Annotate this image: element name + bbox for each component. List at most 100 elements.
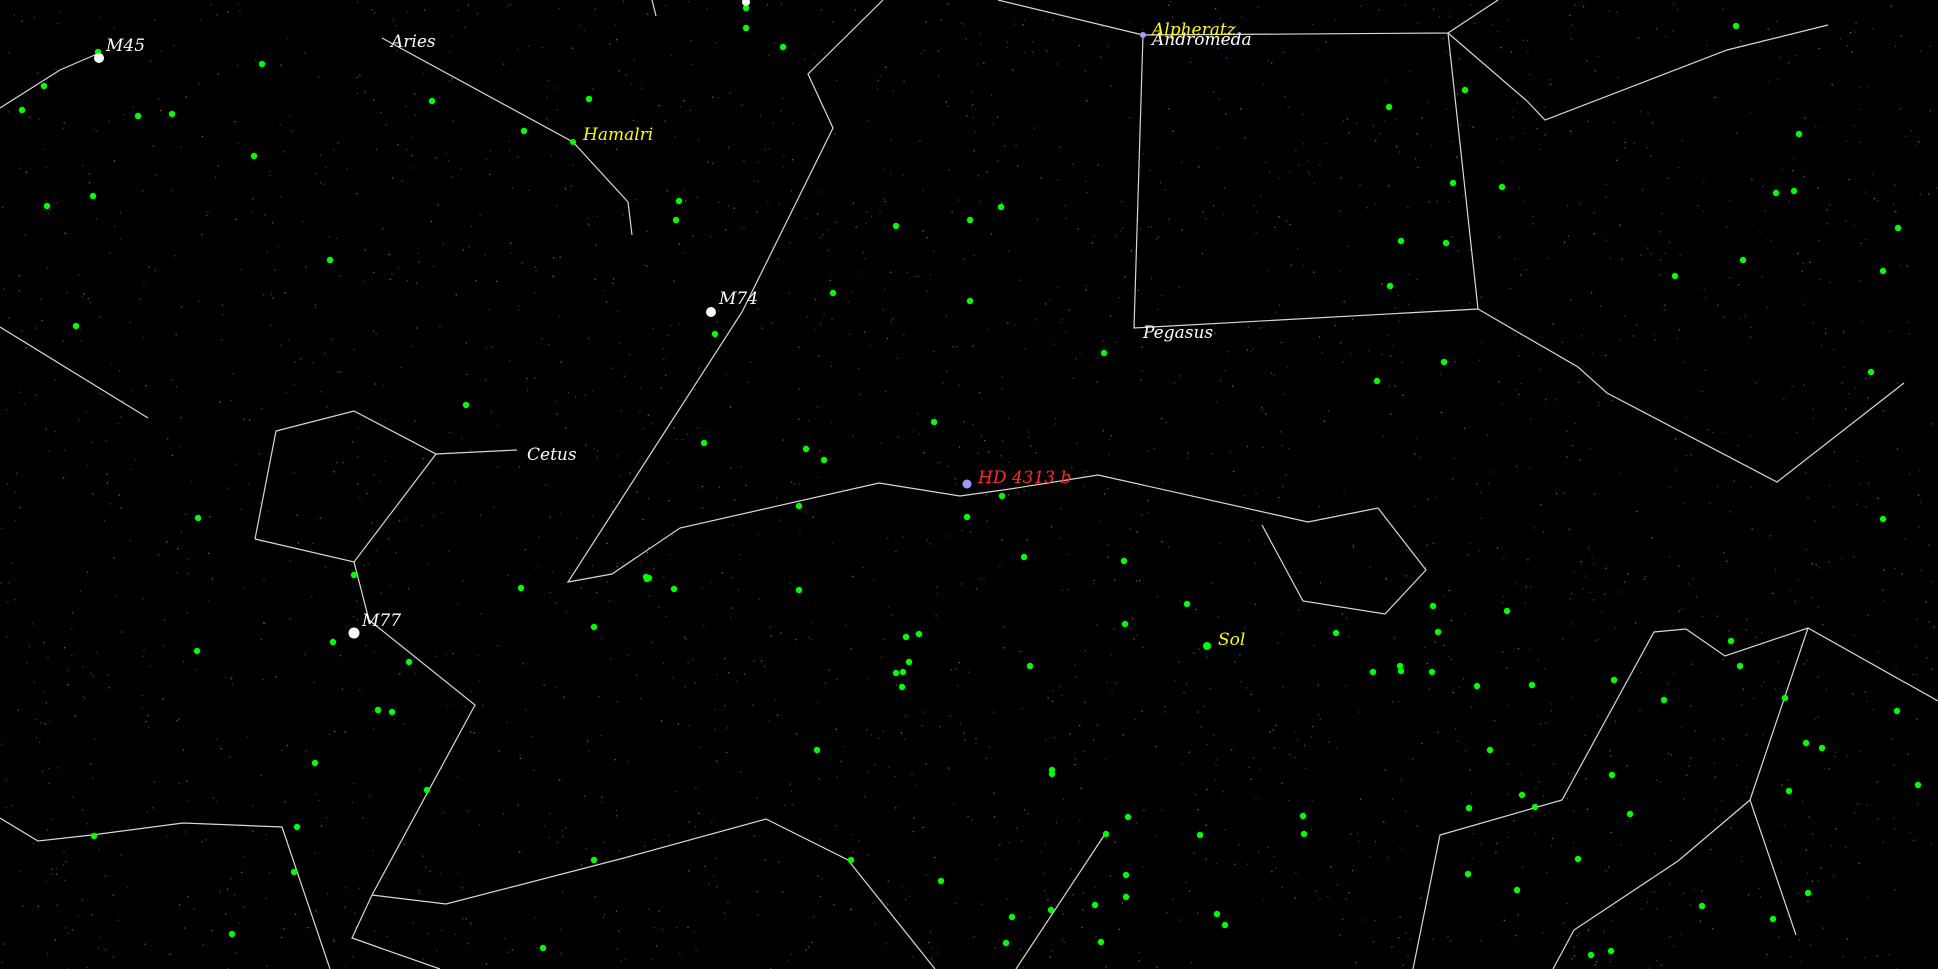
exoplanet-host-star[interactable] [1498, 183, 1506, 191]
exoplanet-host-star[interactable] [1048, 770, 1056, 778]
exoplanet-host-star[interactable] [43, 202, 51, 210]
exoplanet-host-star[interactable] [742, 24, 750, 32]
exoplanet-host-star[interactable] [1213, 910, 1221, 918]
exoplanet-host-star[interactable] [18, 106, 26, 114]
exoplanet-host-star[interactable] [899, 668, 907, 676]
exoplanet-host-star[interactable] [779, 43, 787, 51]
exoplanet-host-star[interactable] [134, 112, 142, 120]
exoplanet-host-star[interactable] [517, 584, 525, 592]
exoplanet-host-star[interactable] [820, 456, 828, 464]
exoplanet-host-star[interactable] [1428, 668, 1436, 676]
star-label-hamalri[interactable]: Hamalri [582, 125, 653, 145]
exoplanet-host-star[interactable] [311, 759, 319, 767]
exoplanet-host-star[interactable] [1102, 830, 1110, 838]
exoplanet-host-star[interactable] [1100, 349, 1108, 357]
exoplanet-host-star[interactable] [1396, 662, 1404, 670]
exoplanet-host-star[interactable] [937, 877, 945, 885]
exoplanet-host-star[interactable] [1698, 902, 1706, 910]
exoplanet-host-star[interactable] [1739, 256, 1747, 264]
exoplanet-host-star[interactable] [462, 401, 470, 409]
exoplanet-host-star[interactable] [1122, 871, 1130, 879]
exoplanet-host-star[interactable] [998, 492, 1006, 500]
exoplanet-host-star[interactable] [672, 216, 680, 224]
exoplanet-host-star[interactable] [1486, 746, 1494, 754]
exoplanet-host-star[interactable] [1772, 189, 1780, 197]
exoplanet-host-star[interactable] [1449, 179, 1457, 187]
exoplanet-host-star[interactable] [1660, 696, 1668, 704]
target-label-hd4313b[interactable]: HD 4313 b [977, 468, 1071, 488]
exoplanet-host-star[interactable] [72, 322, 80, 330]
m77-marker[interactable] [348, 627, 360, 639]
exoplanet-host-star[interactable] [1440, 358, 1448, 366]
exoplanet-host-star[interactable] [795, 586, 803, 594]
exoplanet-host-star[interactable] [902, 633, 910, 641]
exoplanet-host-star[interactable] [1587, 951, 1595, 959]
exoplanet-host-star[interactable] [1183, 600, 1191, 608]
exoplanet-host-star[interactable] [1608, 771, 1616, 779]
exoplanet-host-star[interactable] [1002, 939, 1010, 947]
exoplanet-host-star[interactable] [374, 706, 382, 714]
exoplanet-host-star[interactable] [326, 256, 334, 264]
exoplanet-host-star[interactable] [1386, 282, 1394, 290]
exoplanet-host-star[interactable] [1513, 886, 1521, 894]
exoplanet-host-star[interactable] [1026, 662, 1034, 670]
exoplanet-host-star[interactable] [388, 708, 396, 716]
exoplanet-host-star[interactable] [1332, 629, 1340, 637]
exoplanet-host-star[interactable] [423, 786, 431, 794]
exoplanet-host-star[interactable] [1790, 187, 1798, 195]
m74-marker[interactable] [706, 307, 716, 317]
exoplanet-host-star[interactable] [892, 669, 900, 677]
exoplanet-host-star[interactable] [520, 127, 528, 135]
exoplanet-host-star[interactable] [1461, 86, 1469, 94]
exoplanet-host-star[interactable] [1785, 787, 1793, 795]
exoplanet-host-star[interactable] [1397, 237, 1405, 245]
exoplanet-host-star[interactable] [1518, 791, 1526, 799]
exoplanet-host-star[interactable] [590, 623, 598, 631]
constellation-label-pegasus[interactable]: Pegasus [1142, 323, 1213, 343]
exoplanet-host-star[interactable] [1818, 744, 1826, 752]
exoplanet-host-star[interactable] [1727, 637, 1735, 645]
exoplanet-host-star[interactable] [1122, 893, 1130, 901]
exoplanet-host-star[interactable] [670, 585, 678, 593]
hamalri-marker[interactable] [570, 139, 576, 145]
exoplanet-host-star[interactable] [1429, 602, 1437, 610]
sky-canvas[interactable]: Aries Andromeda Alpheratz Pegasus Cetus … [0, 0, 1938, 969]
exoplanet-host-star[interactable] [1894, 224, 1902, 232]
messier-label-m74[interactable]: M74 [718, 289, 758, 309]
exoplanet-host-star[interactable] [290, 868, 298, 876]
exoplanet-host-star[interactable] [1120, 557, 1128, 565]
exoplanet-host-star[interactable] [1442, 239, 1450, 247]
exoplanet-host-star[interactable] [40, 82, 48, 90]
exoplanet-host-star[interactable] [1091, 901, 1099, 909]
exoplanet-host-star[interactable] [1121, 620, 1129, 628]
exoplanet-host-star[interactable] [1503, 607, 1511, 615]
exoplanet-host-star[interactable] [1879, 267, 1887, 275]
messier-label-m77[interactable]: M77 [361, 611, 401, 631]
exoplanet-host-star[interactable] [1626, 810, 1634, 818]
exoplanet-host-star[interactable] [1528, 681, 1536, 689]
star-map[interactable]: Aries Andromeda Alpheratz Pegasus Cetus … [0, 0, 1938, 969]
exoplanet-host-star[interactable] [1299, 812, 1307, 820]
exoplanet-host-star[interactable] [1671, 272, 1679, 280]
exoplanet-host-star[interactable] [1795, 130, 1803, 138]
exoplanet-host-star[interactable] [711, 330, 719, 338]
exoplanet-host-star[interactable] [997, 203, 1005, 211]
exoplanet-host-star[interactable] [1300, 830, 1308, 838]
exoplanet-host-star[interactable] [898, 683, 906, 691]
exoplanet-host-star[interactable] [250, 152, 258, 160]
exoplanet-host-star[interactable] [905, 658, 913, 666]
exoplanet-host-star[interactable] [1464, 870, 1472, 878]
constellation-label-cetus[interactable]: Cetus [527, 445, 577, 465]
exoplanet-host-star[interactable] [1574, 855, 1582, 863]
exoplanet-host-star[interactable] [193, 647, 201, 655]
exoplanet-host-star[interactable] [1465, 804, 1473, 812]
sol-marker[interactable] [1203, 642, 1211, 650]
exoplanet-host-star[interactable] [90, 832, 98, 840]
exoplanet-host-star[interactable] [1607, 947, 1615, 955]
exoplanet-host-star[interactable] [930, 418, 938, 426]
exoplanet-host-star[interactable] [1781, 694, 1789, 702]
exoplanet-host-star[interactable] [700, 439, 708, 447]
m45-marker[interactable] [94, 53, 104, 63]
exoplanet-host-star[interactable] [258, 60, 266, 68]
exoplanet-host-star[interactable] [1434, 628, 1442, 636]
